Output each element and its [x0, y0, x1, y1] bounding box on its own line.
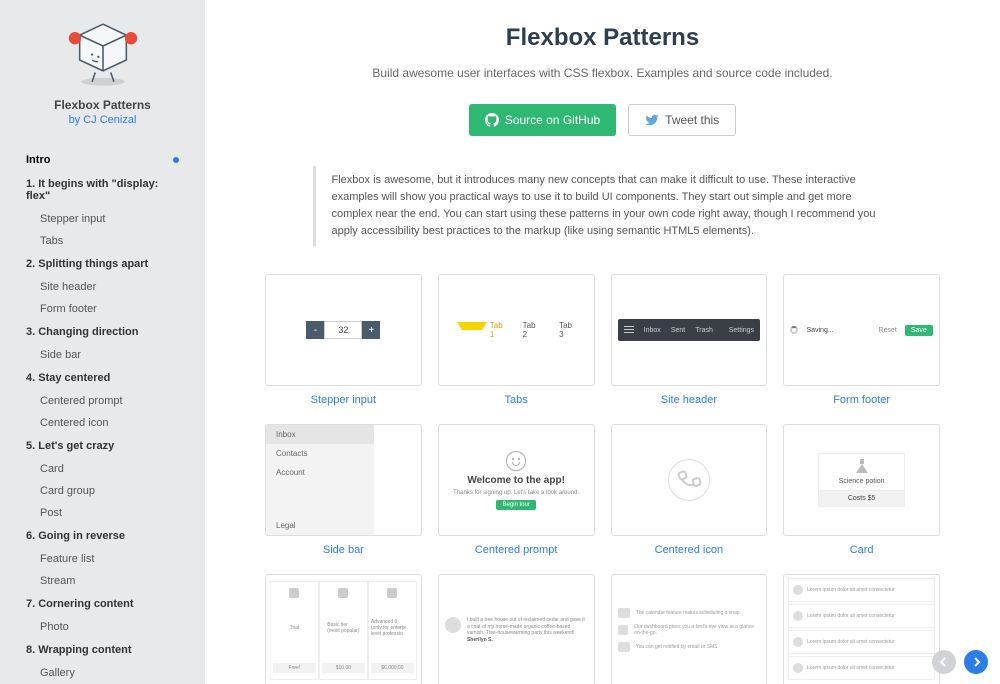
- pattern-card[interactable]: The calendar feature makes scheduling a …: [611, 574, 768, 684]
- nav-item[interactable]: Tabs: [0, 230, 205, 252]
- pattern-thumbnail: I built a tree house out of reclaimed ce…: [438, 574, 595, 684]
- active-dot-icon: [173, 157, 179, 163]
- nav-item[interactable]: Card group: [0, 480, 205, 502]
- page-title: Flexbox Patterns: [265, 24, 940, 52]
- pager: [932, 650, 988, 674]
- hero: Flexbox Patterns Build awesome user inte…: [265, 24, 940, 136]
- nav-item[interactable]: Feature list: [0, 548, 205, 570]
- chevron-left-icon: [939, 657, 949, 667]
- pattern-card-label: Centered prompt: [475, 544, 558, 556]
- pattern-card-label: Form footer: [833, 394, 890, 406]
- pattern-card[interactable]: Saving...ResetSave Form footer: [783, 274, 940, 406]
- pattern-card-label: Card: [850, 544, 874, 556]
- nav-section-header[interactable]: 6. Going in reverse: [0, 524, 205, 548]
- pattern-card[interactable]: TrialFree! Basic tier(most popular)$10.0…: [265, 574, 422, 684]
- pattern-card[interactable]: InboxContactsAccountLegal Side bar: [265, 424, 422, 556]
- pattern-card-label: Tabs: [505, 394, 528, 406]
- nav-section-header[interactable]: Intro: [0, 148, 205, 172]
- twitter-icon: [645, 113, 659, 127]
- nav-section-header[interactable]: 8. Wrapping content: [0, 638, 205, 662]
- nav-item[interactable]: Site header: [0, 276, 205, 298]
- pattern-grid: -32+ Stepper input Tab 1Tab 2Tab 3 Tabs Inbo…: [265, 274, 940, 684]
- pattern-card[interactable]: Tab 1Tab 2Tab 3 Tabs: [438, 274, 595, 406]
- nav-item[interactable]: Card: [0, 458, 205, 480]
- author-link[interactable]: by CJ Cenizal: [69, 114, 137, 126]
- pattern-thumbnail: Saving...ResetSave: [783, 274, 940, 386]
- mascot-icon: [63, 18, 143, 88]
- nav-section-header[interactable]: 4. Stay centered: [0, 366, 205, 390]
- nav-item[interactable]: Photo: [0, 616, 205, 638]
- pattern-card[interactable]: Lorem ipsum dolor sit amet consecteturLo…: [783, 574, 940, 684]
- logo-area: Flexbox Patterns by CJ Cenizal: [0, 0, 205, 140]
- nav-item[interactable]: Side bar: [0, 344, 205, 366]
- nav-section-header[interactable]: 5. Let's get crazy: [0, 434, 205, 458]
- pattern-card-label: Side bar: [323, 544, 364, 556]
- pattern-thumbnail: Science potionCosts $5: [783, 424, 940, 536]
- pattern-thumbnail: InboxContactsAccountLegal: [265, 424, 422, 536]
- nav: Intro1. It begins with "display: flex"St…: [0, 140, 205, 684]
- pattern-thumbnail: TrialFree! Basic tier(most popular)$10.0…: [265, 574, 422, 684]
- nav-section-header[interactable]: 1. It begins with "display: flex": [0, 172, 205, 208]
- page-subtitle: Build awesome user interfaces with CSS f…: [265, 64, 940, 82]
- nav-section-header[interactable]: 2. Splitting things apart: [0, 252, 205, 276]
- tweet-button-label: Tweet this: [665, 113, 719, 127]
- next-button[interactable]: [964, 650, 988, 674]
- main-content: Flexbox Patterns Build awesome user inte…: [205, 0, 1000, 684]
- sidebar: Flexbox Patterns by CJ Cenizal Intro1. I…: [0, 0, 205, 684]
- pattern-thumbnail: InboxSentTrashSettings: [611, 274, 768, 386]
- pattern-card-label: Centered icon: [655, 544, 724, 556]
- pattern-card[interactable]: Centered icon: [611, 424, 768, 556]
- pattern-card[interactable]: I built a tree house out of reclaimed ce…: [438, 574, 595, 684]
- intro-text: Flexbox is awesome, but it introduces ma…: [313, 166, 893, 246]
- github-button[interactable]: Source on GitHub: [469, 104, 616, 136]
- pattern-card-label: Stepper input: [311, 394, 376, 406]
- pattern-card[interactable]: -32+ Stepper input: [265, 274, 422, 406]
- pattern-card[interactable]: Welcome to the app!Thanks for signing up…: [438, 424, 595, 556]
- pattern-thumbnail: The calendar feature makes scheduling a …: [611, 574, 768, 684]
- prev-button[interactable]: [932, 650, 956, 674]
- nav-item[interactable]: Centered prompt: [0, 390, 205, 412]
- chevron-right-icon: [971, 657, 981, 667]
- nav-section-header[interactable]: 7. Cornering content: [0, 592, 205, 616]
- tweet-button[interactable]: Tweet this: [628, 104, 736, 136]
- site-title: Flexbox Patterns: [54, 98, 151, 112]
- github-button-label: Source on GitHub: [505, 113, 600, 127]
- nav-item[interactable]: Gallery: [0, 662, 205, 684]
- pattern-thumbnail: [611, 424, 768, 536]
- pattern-thumbnail: Welcome to the app!Thanks for signing up…: [438, 424, 595, 536]
- pattern-thumbnail: Lorem ipsum dolor sit amet consecteturLo…: [783, 574, 940, 684]
- pattern-card-label: Site header: [661, 394, 717, 406]
- nav-section-header[interactable]: 3. Changing direction: [0, 320, 205, 344]
- pattern-card[interactable]: InboxSentTrashSettings Site header: [611, 274, 768, 406]
- nav-item[interactable]: Stepper input: [0, 208, 205, 230]
- nav-item[interactable]: Form footer: [0, 298, 205, 320]
- pattern-thumbnail: Tab 1Tab 2Tab 3: [438, 274, 595, 386]
- github-icon: [485, 113, 499, 127]
- nav-item[interactable]: Centered icon: [0, 412, 205, 434]
- pattern-thumbnail: -32+: [265, 274, 422, 386]
- pattern-card[interactable]: Science potionCosts $5 Card: [783, 424, 940, 556]
- nav-item[interactable]: Post: [0, 502, 205, 524]
- nav-item[interactable]: Stream: [0, 570, 205, 592]
